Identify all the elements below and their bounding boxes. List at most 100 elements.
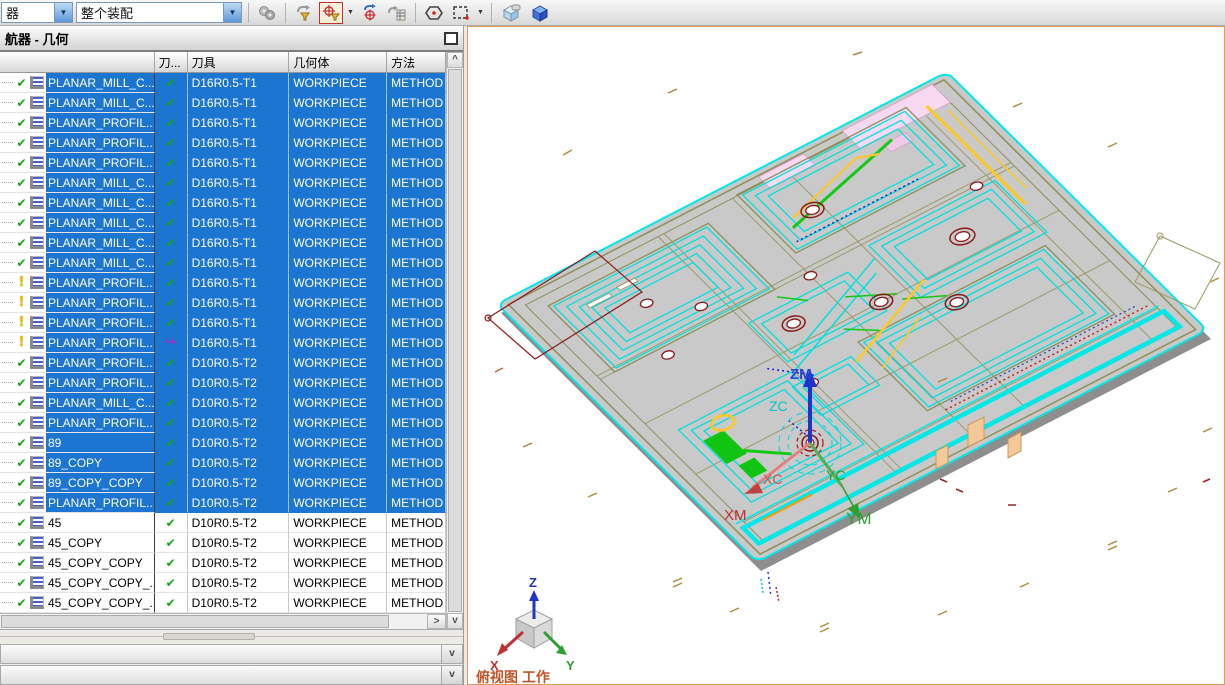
operation-name-cell[interactable]: ✔ PLANAR_PROFIL... [0,373,155,394]
operation-name-cell[interactable]: ✔ PLANAR_MILL_C... [0,233,155,254]
wireframe-view-icon[interactable] [527,2,553,24]
table-row[interactable]: ✔ 45_COPY_COPY_... ✔ D10R0.5-T2 WORKPIEC… [0,573,447,594]
operation-name-cell[interactable]: ✔ 45_COPY_COPY_... [0,573,155,594]
operation-name-cell[interactable]: ! PLANAR_PROFIL... [0,333,155,354]
scroll-down-button[interactable]: v [447,613,463,630]
table-row[interactable]: ! PLANAR_PROFIL... ✔ D16R0.5-T1 WORKPIEC… [0,313,447,334]
rotate-wcs-icon[interactable] [358,2,382,24]
shaded-view-icon[interactable] [498,2,524,24]
table-row[interactable]: ✔ PLANAR_PROFIL... ✔ D16R0.5-T1 WORKPIEC… [0,153,447,174]
operation-name-cell[interactable]: ✔ 89_COPY_COPY [0,473,155,494]
chevron-down-icon[interactable]: ▼ [54,3,72,22]
operation-name-cell[interactable]: ! PLANAR_PROFIL... [0,273,155,294]
operation-name-cell[interactable]: ✔ PLANAR_MILL_C... [0,193,155,214]
view-cube-triad[interactable]: Z X Y [490,575,575,673]
chevron-down-icon[interactable]: ▼ [223,3,241,22]
table-row[interactable]: ✔ PLANAR_PROFIL... ✔ D10R0.5-T2 WORKPIEC… [0,413,447,434]
operation-icon [30,296,44,310]
table-row[interactable]: ✔ PLANAR_MILL_C... ✔ D10R0.5-T2 WORKPIEC… [0,393,447,414]
graphics-viewport[interactable]: ZM ZC XC XM YC YM Z X Y 俯视图 工作 [467,26,1225,685]
operation-name-cell[interactable]: ✔ PLANAR_PROFIL... [0,493,155,514]
table-row[interactable]: ✔ PLANAR_PROFIL... ✔ D10R0.5-T2 WORKPIEC… [0,373,447,394]
operation-name-cell[interactable]: ✔ PLANAR_PROFIL... [0,153,155,174]
horizontal-scroll-thumb[interactable] [1,615,389,629]
table-row[interactable]: ✔ PLANAR_PROFIL... ✔ D16R0.5-T1 WORKPIEC… [0,133,447,154]
table-row[interactable]: ! PLANAR_PROFIL... ✔ D16R0.5-T1 WORKPIEC… [0,293,447,314]
table-row[interactable]: ✔ 45 ✔ D10R0.5-T2 WORKPIECE METHOD [0,513,447,534]
method-cell: METHOD [387,493,447,514]
wcs-label-zc: ZC [769,398,788,414]
table-row[interactable]: ! PLANAR_PROFIL... ✔ D16R0.5-T1 WORKPIEC… [0,273,447,294]
assembly-scope-combo[interactable]: 整个装配 ▼ [76,2,242,23]
column-header-tool[interactable]: 刀具 [188,52,290,73]
details-collapsed-bar[interactable]: v [0,664,463,685]
snap-point-icon[interactable] [422,2,446,24]
table-row[interactable]: ✔ PLANAR_MILL_C... ✔ D16R0.5-T1 WORKPIEC… [0,93,447,114]
operation-name-cell[interactable]: ✔ PLANAR_PROFIL... [0,133,155,154]
operation-icon [30,116,44,130]
row-status-icon: ✔ [16,155,27,170]
column-header-method[interactable]: 方法 [387,52,447,73]
expand-section-button[interactable]: v [441,644,462,663]
operation-name-cell[interactable]: ✔ 45_COPY_COPY [0,553,155,574]
chevron-down-icon[interactable]: ▼ [347,9,354,16]
dependencies-collapsed-bar[interactable]: v [0,643,463,664]
machined-plate [497,72,1207,562]
wcs-filter-icon[interactable] [319,1,343,24]
table-row[interactable]: ✔ 45_COPY_COPY ✔ D10R0.5-T2 WORKPIECE ME… [0,553,447,574]
panel-title-bar[interactable]: 航器 - 几何 [0,26,463,53]
table-row[interactable]: ✔ PLANAR_PROFIL... ✔ D10R0.5-T2 WORKPIEC… [0,353,447,374]
splitter-grip[interactable] [163,633,255,641]
table-row[interactable]: ✔ 45_COPY ✔ D10R0.5-T2 WORKPIECE METHOD [0,533,447,554]
tool-cell: D10R0.5-T2 [187,353,290,374]
table-row[interactable]: ✔ PLANAR_MILL_C... ✔ D16R0.5-T1 WORKPIEC… [0,193,447,214]
operation-name-cell[interactable]: ✔ PLANAR_MILL_C... [0,93,155,114]
operation-name-cell[interactable]: ✔ PLANAR_MILL_C... [0,73,155,94]
expand-section-button[interactable]: v [441,665,462,684]
operation-name-cell[interactable]: ✔ PLANAR_MILL_C... [0,253,155,274]
filter-arrow-icon[interactable] [292,2,316,24]
table-row[interactable]: ✔ 89_COPY ✔ D10R0.5-T2 WORKPIECE METHOD [0,453,447,474]
restore-window-icon[interactable] [444,31,458,45]
table-row[interactable]: ✔ PLANAR_MILL_C... ✔ D16R0.5-T1 WORKPIEC… [0,213,447,234]
operation-name-cell[interactable]: ! PLANAR_PROFIL... [0,293,155,314]
layer-settings-icon[interactable] [385,2,409,24]
table-row[interactable]: ✔ PLANAR_MILL_C... ✔ D16R0.5-T1 WORKPIEC… [0,253,447,274]
operation-name: 45 [48,515,62,530]
table-row[interactable]: ✔ PLANAR_PROFIL... ✔ D10R0.5-T2 WORKPIEC… [0,493,447,514]
operation-name-cell[interactable]: ✔ 89 [0,433,155,454]
table-row[interactable]: ✔ PLANAR_MILL_C... ✔ D16R0.5-T1 WORKPIEC… [0,173,447,194]
table-row[interactable]: ! PLANAR_PROFIL... ↪ D16R0.5-T1 WORKPIEC… [0,333,447,354]
table-row[interactable]: ✔ 45_COPY_COPY_... ✔ D10R0.5-T2 WORKPIEC… [0,593,447,614]
assembly-constraints-icon[interactable] [255,2,279,24]
operation-name-cell[interactable]: ✔ 45_COPY_COPY_... [0,593,155,614]
operation-name-cell[interactable]: ✔ PLANAR_PROFIL... [0,353,155,374]
vertical-scrollbar[interactable]: ^ v [446,52,463,630]
table-row[interactable]: ✔ 89 ✔ D10R0.5-T2 WORKPIECE METHOD [0,433,447,454]
tool-cell: D16R0.5-T1 [187,213,290,234]
panel-splitter[interactable] [0,630,463,643]
table-row[interactable]: ✔ 89_COPY_COPY ✔ D10R0.5-T2 WORKPIECE ME… [0,473,447,494]
operation-name-cell[interactable]: ✔ 45_COPY [0,533,155,554]
table-row[interactable]: ✔ PLANAR_PROFIL... ✔ D16R0.5-T1 WORKPIEC… [0,113,447,134]
operation-name-cell[interactable]: ✔ PLANAR_MILL_C... [0,213,155,234]
operation-name-cell[interactable]: ✔ PLANAR_MILL_C... [0,393,155,414]
operation-name-cell[interactable]: ✔ 89_COPY [0,453,155,474]
chevron-down-icon[interactable]: ▼ [477,9,484,16]
operation-name-cell[interactable]: ✔ PLANAR_MILL_C... [0,173,155,194]
operation-name-cell[interactable]: ! PLANAR_PROFIL... [0,313,155,334]
operation-name-cell[interactable]: ✔ 45 [0,513,155,534]
horizontal-scrollbar[interactable]: > [0,613,447,630]
scroll-right-button[interactable]: > [427,614,447,630]
selection-marquee-icon[interactable] [449,2,473,24]
operation-name-cell[interactable]: ✔ PLANAR_PROFIL... [0,113,155,134]
scroll-up-button[interactable]: ^ [447,52,463,69]
table-row[interactable]: ✔ PLANAR_MILL_C... ✔ D16R0.5-T1 WORKPIEC… [0,73,447,94]
table-row[interactable]: ✔ PLANAR_MILL_C... ✔ D16R0.5-T1 WORKPIEC… [0,233,447,254]
column-header-toolpath[interactable]: 刀... [155,52,188,73]
vertical-scroll-thumb[interactable] [448,69,462,613]
column-header-name[interactable] [0,52,155,73]
operation-name-cell[interactable]: ✔ PLANAR_PROFIL... [0,413,155,434]
column-header-geometry[interactable]: 几何体 [289,52,388,73]
navigator-filter-combo[interactable]: 器 ▼ [1,2,73,23]
